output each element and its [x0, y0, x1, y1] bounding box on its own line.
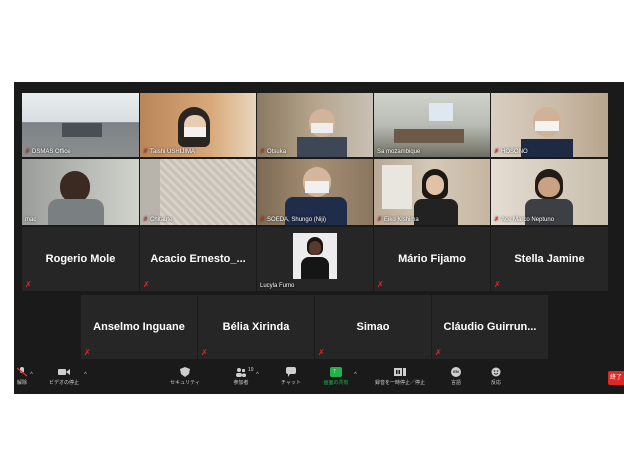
mic-muted-icon: ✗ [25, 149, 31, 155]
video-tile[interactable]: ✗ DSMAS Office [22, 93, 139, 157]
mic-muted-icon: ✗ [494, 149, 500, 155]
participant-tile[interactable]: Rogerio Mole ✗ [22, 227, 139, 291]
chat-bubble-icon [286, 367, 296, 377]
participant-name: HOSONO [501, 149, 528, 155]
video-tile[interactable]: ✗ Taishi USHIJIMA [140, 93, 256, 157]
mic-muted-icon: ✗ [260, 217, 266, 223]
chevron-up-icon[interactable]: ^ [354, 372, 357, 378]
participants-count: 19 [248, 367, 254, 373]
participant-name: Anselmo Inguane [93, 321, 185, 333]
participant-tile[interactable]: Anselmo Inguane ✗ [81, 295, 197, 359]
participant-tile[interactable]: Lucyla Fumo [257, 227, 373, 291]
pause-stop-icon [394, 368, 406, 376]
participant-tile[interactable]: Acacio Ernesto_... ✗ [140, 227, 256, 291]
language-button[interactable]: EN 言語 [444, 367, 468, 386]
video-tile[interactable]: ✗ HOSONO [491, 93, 608, 157]
profile-photo [293, 233, 337, 279]
participant-name: Acacio Ernesto_... [150, 253, 246, 265]
zoom-meeting-window: ✗ DSMAS Office ✗ Taishi USHIJIMA ✗ Otsuka S… [14, 82, 624, 394]
participant-name: Cláudio Guirrun... [443, 321, 537, 333]
chevron-up-icon[interactable]: ^ [256, 372, 259, 378]
mic-muted-icon: ✗ [84, 348, 91, 357]
participant-name: Sa mozambique [377, 149, 421, 155]
mic-muted-icon: ✗ [143, 217, 149, 223]
video-tile[interactable]: ✗ Otsuka [257, 93, 373, 157]
video-tile[interactable]: ✗ SOEDA, Shungo (Niji) [257, 159, 373, 225]
end-meeting-button[interactable]: 終了 [608, 371, 624, 385]
mic-muted-icon: ✗ [377, 217, 383, 223]
mic-muted-icon: ✗ [494, 280, 501, 289]
mic-muted-icon: ✗ [143, 149, 149, 155]
video-camera-icon [58, 369, 70, 375]
participant-name: Bélia Xirinda [222, 321, 290, 333]
mic-muted-icon: ✗ [260, 149, 266, 155]
video-tile-active-speaker[interactable]: mac [22, 159, 139, 225]
mic-muted-icon: ✗ [494, 217, 500, 223]
chevron-up-icon[interactable]: ^ [30, 372, 33, 378]
unmute-button[interactable]: 解除 [14, 367, 30, 386]
meeting-toolbar: 解除 ^ ビデオの停止 ^ セキュリティ 参加者 19 ^ チャット ↑ 画面の… [14, 364, 624, 394]
participant-name: DSMAS Office [32, 149, 71, 155]
share-screen-button[interactable]: ↑ 画面の共有 [318, 367, 354, 386]
participant-tile[interactable]: Cláudio Guirrun... ✗ [432, 295, 548, 359]
stop-video-button[interactable]: ビデオの停止 [42, 367, 86, 386]
reactions-button[interactable]: 反応 [484, 367, 508, 386]
share-screen-icon: ↑ [330, 367, 342, 377]
participant-name: Eiko Kishima [384, 217, 419, 223]
people-icon [236, 368, 246, 377]
mic-muted-icon: ✗ [377, 280, 384, 289]
mic-muted-icon: ✗ [25, 280, 32, 289]
participant-name: Lucyla Fumo [260, 283, 295, 289]
participant-name: Mário Fijamo [398, 253, 466, 265]
participant-name: Taishi USHIJIMA [150, 149, 196, 155]
shield-icon [180, 367, 190, 377]
participant-name: SOEDA, Shungo (Niji) [267, 217, 327, 223]
participant-tile[interactable]: Stella Jamine ✗ [491, 227, 608, 291]
mic-muted-icon: ✗ [435, 348, 442, 357]
participant-name: mac [25, 217, 37, 223]
video-tile[interactable]: ✗ Chitaute [140, 159, 256, 225]
participant-name: Otsuka [267, 149, 287, 155]
security-button[interactable]: セキュリティ [170, 367, 200, 386]
mic-muted-icon: ✗ [201, 348, 208, 357]
smiley-icon [491, 367, 501, 377]
video-tile[interactable]: ✗ Ace Marco Neptuno [491, 159, 608, 225]
participant-tile[interactable]: Bélia Xirinda ✗ [198, 295, 314, 359]
video-tile[interactable]: Sa mozambique [374, 93, 490, 157]
participant-name: Simao [356, 321, 390, 333]
participant-tile[interactable]: Mário Fijamo ✗ [374, 227, 490, 291]
record-control-button[interactable]: 録音を一時停止／停止 [368, 367, 432, 386]
chevron-up-icon[interactable]: ^ [84, 372, 87, 378]
mic-muted-icon [16, 367, 28, 377]
language-globe-icon: EN [451, 367, 461, 377]
participant-tile[interactable]: Simao ✗ [315, 295, 431, 359]
video-tile[interactable]: ✗ Eiko Kishima [374, 159, 490, 225]
chat-button[interactable]: チャット [276, 367, 306, 386]
participant-name: Ace Marco Neptuno [501, 217, 555, 223]
mic-muted-icon: ✗ [143, 280, 150, 289]
participant-name: Chitaute [150, 217, 173, 223]
mic-muted-icon: ✗ [318, 348, 325, 357]
participant-name: Rogerio Mole [45, 253, 116, 265]
participant-name: Stella Jamine [514, 253, 585, 265]
